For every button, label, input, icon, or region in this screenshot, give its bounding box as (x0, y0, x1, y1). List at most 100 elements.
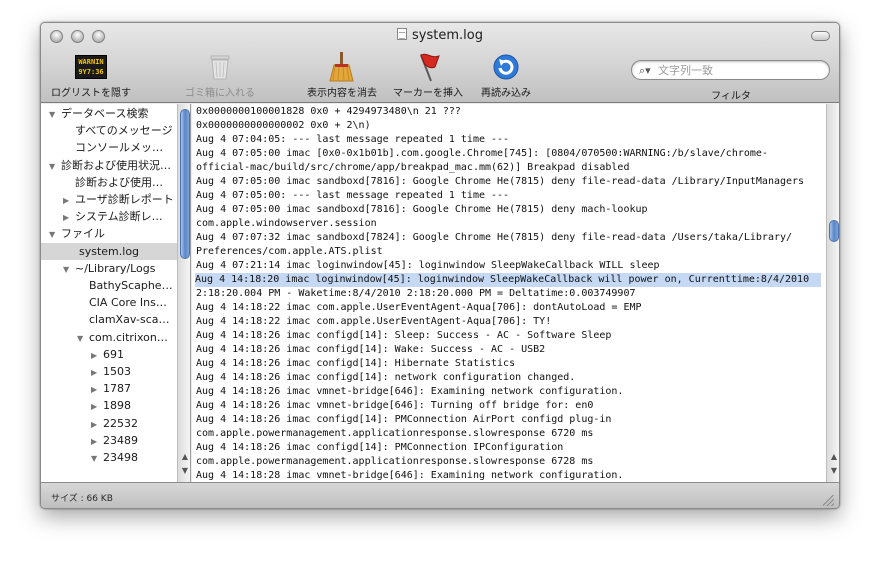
log-line[interactable]: 2:18:20.004 PM - Waketime:8/4/2010 2:18:… (196, 287, 822, 301)
toolbar-toggle-button[interactable] (811, 31, 830, 41)
disclosure-closed-icon[interactable]: ▶ (91, 381, 103, 398)
sidebar-item[interactable]: ▼ ~/Library/Logs (63, 260, 155, 277)
log-line[interactable]: Aug 4 14:18:22 imac com.apple.UserEventA… (196, 315, 822, 329)
log-line[interactable]: Preferences/com.apple.ATS.plist (196, 245, 822, 259)
sidebar-scrollbar[interactable]: ▲ ▼ (177, 104, 190, 482)
sidebar-item[interactable]: ▼ 23498 (91, 449, 138, 466)
sidebar-item[interactable]: ▶ 691 (91, 346, 124, 363)
log-line[interactable]: com.apple.windowserver.session (196, 217, 822, 231)
disclosure-closed-icon[interactable]: ▶ (91, 398, 103, 415)
insert-marker-button[interactable]: マーカーを挿入 (385, 53, 471, 101)
sidebar-item-label: 1787 (103, 382, 131, 396)
log-line[interactable]: Aug 4 07:05:00 imac sandboxd[7816]: Goog… (196, 203, 822, 217)
disclosure-closed-icon[interactable]: ▶ (91, 433, 103, 450)
search-input[interactable] (656, 63, 816, 77)
log-scroll-up-arrow[interactable]: ▲ (829, 452, 839, 461)
file-size-text: サイズ : 66 KB (51, 494, 113, 504)
hide-log-list-label: ログリストを隠す (51, 88, 131, 99)
sidebar-item-label: すべてのメッセージ (75, 124, 173, 138)
disclosure-closed-icon[interactable]: ▶ (91, 416, 103, 433)
log-line[interactable]: com.apple.powermanagement.applicationres… (196, 427, 822, 441)
warning-icon-line2: 9Y7:36 (78, 68, 104, 76)
sidebar-item[interactable]: 診断および使用… (63, 174, 163, 191)
log-line[interactable]: com.apple.powermanagement.applicationres… (196, 455, 822, 469)
log-line[interactable]: Aug 4 14:18:26 imac configd[14]: Hiberna… (196, 357, 822, 371)
broom-icon (329, 52, 354, 82)
log-line[interactable]: 0x0000000100001828 0x0 + 4294973480\n 21… (196, 105, 822, 119)
sidebar-item[interactable]: clamXav-sca… (77, 311, 170, 328)
clear-display-button[interactable]: 表示内容を消去 (299, 52, 385, 101)
log-line[interactable]: Aug 4 14:18:26 imac configd[14]: network… (196, 371, 822, 385)
log-line[interactable]: Aug 4 14:18:26 imac vmnet-bridge[646]: T… (196, 399, 822, 413)
flag-icon (420, 53, 440, 82)
disclosure-open-icon[interactable]: ▼ (63, 261, 75, 278)
log-line[interactable]: 0x0000000000000002 0x0 + 2\n) (196, 119, 822, 133)
sidebar-scroll-down-arrow[interactable]: ▼ (180, 466, 190, 475)
disclosure-open-icon[interactable]: ▼ (91, 450, 103, 467)
log-line[interactable]: Aug 4 14:18:20 imac loginwindow[45]: log… (195, 273, 821, 287)
log-line[interactable]: Aug 4 14:18:26 imac configd[14]: PMConne… (196, 441, 822, 455)
disclosure-open-icon[interactable]: ▼ (77, 330, 89, 347)
sidebar-item[interactable]: BathyScaphe… (77, 277, 173, 294)
log-line[interactable]: Aug 4 07:07:32 imac sandboxd[7824]: Goog… (196, 231, 822, 245)
sidebar-item[interactable]: ▼ com.citrixon… (77, 329, 168, 346)
sidebar-scroll-up-arrow[interactable]: ▲ (180, 452, 190, 461)
log-line[interactable]: Aug 4 14:18:22 imac com.apple.UserEventA… (196, 301, 822, 315)
disclosure-open-icon[interactable]: ▼ (49, 158, 61, 175)
window-title-text: system.log (412, 28, 483, 43)
disclosure-closed-icon[interactable]: ▶ (91, 364, 103, 381)
sidebar-item-label: 23498 (103, 451, 138, 464)
sidebar-item[interactable]: ▶ 23489 (91, 432, 138, 449)
trash-icon (210, 55, 230, 80)
sidebar-item-label: 22532 (103, 416, 138, 430)
sidebar-item[interactable]: すべてのメッセージ (63, 122, 173, 139)
sidebar-item[interactable]: ▶ 22532 (91, 415, 138, 432)
sidebar-item[interactable]: ▶ 1503 (91, 363, 131, 380)
warning-icon-line1: WARNIN (78, 58, 104, 66)
sidebar-item[interactable]: ▼ ファイル (49, 225, 105, 242)
log-line[interactable]: official-mac/build/src/chrome/app/breakp… (196, 161, 822, 175)
reload-button[interactable]: 再読み込み (471, 53, 541, 101)
log-scroll-down-arrow[interactable]: ▼ (829, 466, 839, 475)
log-line[interactable]: Aug 4 14:18:26 imac configd[14]: PMConne… (196, 413, 822, 427)
sidebar-item-label: clamXav-sca… (89, 313, 170, 327)
log-scrollbar[interactable]: ▲ ▼ (826, 104, 839, 482)
hide-log-list-button[interactable]: WARNIN 9Y7:36 ログリストを隠す (51, 53, 131, 101)
log-line[interactable]: Aug 4 14:18:26 imac vmnet-bridge[646]: E… (196, 385, 822, 399)
disclosure-closed-icon[interactable]: ▶ (63, 192, 75, 209)
log-view[interactable]: 0x0000000100001828 0x0 + 4294973480\n 21… (192, 104, 826, 482)
sidebar-item-label: 1898 (103, 399, 131, 413)
log-line[interactable]: Aug 4 14:18:28 imac vmnet-bridge[646]: E… (196, 469, 822, 482)
log-line[interactable]: Aug 4 07:05:00 imac [0x0-0x1b01b].com.go… (196, 147, 822, 161)
log-line[interactable]: Aug 4 14:18:26 imac configd[14]: Wake: S… (196, 343, 822, 357)
log-line[interactable]: Aug 4 07:21:14 imac loginwindow[45]: log… (196, 259, 822, 273)
log-line[interactable]: Aug 4 14:18:26 imac configd[14]: Sleep: … (196, 329, 822, 343)
warning-console-icon: WARNIN 9Y7:36 (75, 55, 107, 79)
sidebar-item[interactable]: ▶ 1898 (91, 397, 131, 414)
log-scroll-thumb[interactable] (829, 220, 839, 242)
window-title: system.log (41, 28, 839, 43)
disclosure-closed-icon[interactable]: ▶ (91, 347, 103, 364)
sidebar-item[interactable]: ▼ 診断および使用状況… (49, 157, 171, 174)
sidebar-item-label: CIA Core Ins… (89, 296, 167, 310)
log-line[interactable]: Aug 4 07:05:00: --- last message repeate… (196, 189, 822, 203)
sidebar-item[interactable]: ▶ 1787 (91, 380, 131, 397)
search-field[interactable]: ⌕▾ (631, 60, 830, 80)
disclosure-open-icon[interactable]: ▼ (49, 226, 61, 243)
sidebar-scroll-thumb[interactable] (180, 109, 190, 259)
sidebar-item[interactable]: ▶ ユーザ診断レポート (63, 191, 174, 208)
sidebar-item[interactable]: コンソールメッ… (63, 139, 163, 156)
disclosure-open-icon[interactable]: ▼ (49, 106, 61, 123)
move-to-trash-button[interactable]: ゴミ箱に入れる (177, 53, 263, 101)
resize-grip[interactable] (823, 495, 834, 506)
log-line[interactable]: Aug 4 07:05:00 imac sandboxd[7816]: Goog… (196, 175, 822, 189)
sidebar-item[interactable]: ▼ データベース検索 (49, 105, 148, 122)
status-bar: サイズ : 66 KB (41, 482, 839, 508)
sidebar-item[interactable]: ▶ システム診断レ… (63, 208, 163, 225)
sidebar-item[interactable]: system.log (41, 242, 177, 260)
sidebar-item-label: ファイル (61, 227, 105, 241)
log-line[interactable]: Aug 4 07:04:05: --- last message repeate… (196, 133, 822, 147)
sidebar-item[interactable]: CIA Core Ins… (77, 294, 167, 311)
sidebar-item-label: データベース検索 (61, 107, 149, 120)
disclosure-closed-icon[interactable]: ▶ (63, 209, 75, 226)
